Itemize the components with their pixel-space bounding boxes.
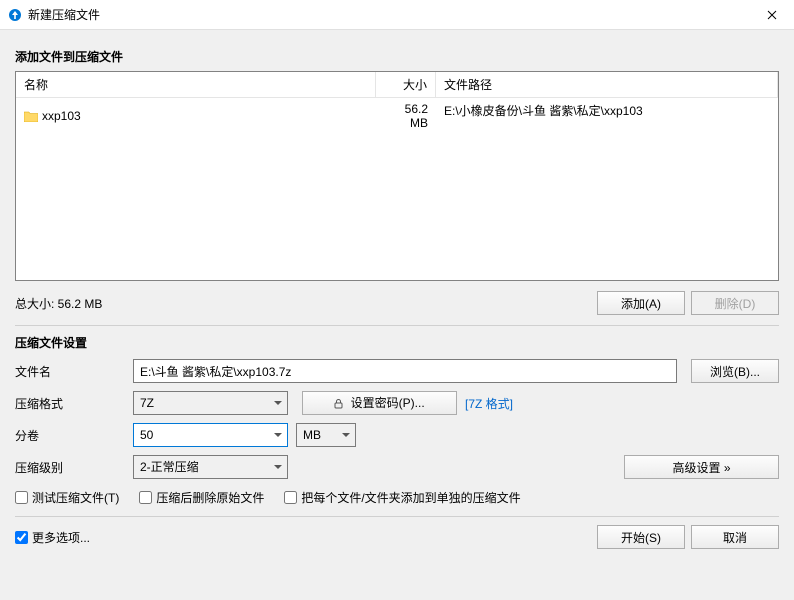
each-separate-checkbox[interactable]: 把每个文件/文件夹添加到单独的压缩文件 xyxy=(284,489,520,506)
format-label: 压缩格式 xyxy=(15,395,125,412)
volume-label: 分卷 xyxy=(15,427,125,444)
archive-settings-heading: 压缩文件设置 xyxy=(15,334,779,351)
delete-after-checkbox[interactable]: 压缩后删除原始文件 xyxy=(139,489,264,506)
advanced-button[interactable]: 高级设置 » xyxy=(624,455,779,479)
col-size[interactable]: 大小 xyxy=(376,72,436,97)
table-header: 名称 大小 文件路径 xyxy=(16,72,778,98)
filename-label: 文件名 xyxy=(15,363,125,380)
app-icon xyxy=(8,8,22,22)
volume-input[interactable] xyxy=(133,423,288,447)
window-title: 新建压缩文件 xyxy=(28,6,749,23)
divider xyxy=(15,516,779,517)
row-name: xxp103 xyxy=(42,109,81,123)
filename-input[interactable] xyxy=(133,359,677,383)
divider xyxy=(15,325,779,326)
test-archive-checkbox[interactable]: 测试压缩文件(T) xyxy=(15,489,119,506)
folder-icon xyxy=(24,111,38,122)
start-button[interactable]: 开始(S) xyxy=(597,525,685,549)
volume-unit-select[interactable]: MB xyxy=(296,423,356,447)
format-select[interactable]: 7Z xyxy=(133,391,288,415)
lock-icon xyxy=(334,398,343,412)
row-size: 56.2 MB xyxy=(376,100,436,132)
file-table[interactable]: 名称 大小 文件路径 xxp103 56.2 MB E:\小橡皮备份\斗鱼 酱紫… xyxy=(15,71,779,281)
remove-button: 删除(D) xyxy=(691,291,779,315)
titlebar: 新建压缩文件 xyxy=(0,0,794,30)
table-row[interactable]: xxp103 56.2 MB E:\小橡皮备份\斗鱼 酱紫\私定\xxp103 xyxy=(16,98,778,134)
total-size-label: 总大小: 56.2 MB xyxy=(15,295,591,312)
level-label: 压缩级别 xyxy=(15,459,125,476)
col-name[interactable]: 名称 xyxy=(16,72,376,97)
row-path: E:\小橡皮备份\斗鱼 酱紫\私定\xxp103 xyxy=(436,100,778,132)
level-select[interactable]: 2-正常压缩 xyxy=(133,455,288,479)
cancel-button[interactable]: 取消 xyxy=(691,525,779,549)
add-files-heading: 添加文件到压缩文件 xyxy=(15,48,779,65)
close-button[interactable] xyxy=(749,0,794,30)
set-password-button[interactable]: 设置密码(P)... xyxy=(302,391,457,415)
format-link[interactable]: [7Z 格式] xyxy=(465,395,513,412)
browse-button[interactable]: 浏览(B)... xyxy=(691,359,779,383)
more-options-checkbox[interactable]: 更多选项... xyxy=(15,529,591,546)
col-path[interactable]: 文件路径 xyxy=(436,72,778,97)
add-button[interactable]: 添加(A) xyxy=(597,291,685,315)
